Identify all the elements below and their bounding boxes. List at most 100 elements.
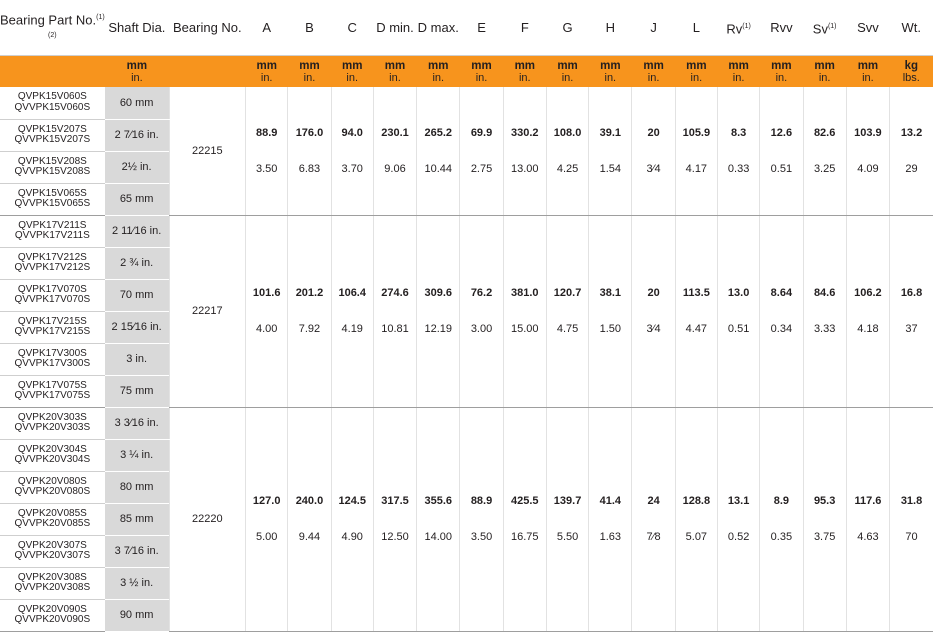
part-number-cell: QVPK17V070S QVVPK17V070S bbox=[0, 279, 105, 312]
unit-metric: mm bbox=[384, 59, 406, 72]
bearing-number: 22217 bbox=[168, 215, 246, 408]
dimension-mm: 95.3 bbox=[813, 495, 836, 507]
part-number-cell: QVPK17V211S QVVPK17V211S bbox=[0, 215, 105, 248]
dimension-mm: 105.9 bbox=[682, 126, 711, 139]
header-wt: Wt. bbox=[889, 0, 933, 56]
dimension-cell: 101.6 4.00 bbox=[245, 215, 288, 408]
dimension-mm: 41.4 bbox=[599, 495, 622, 507]
header-g: G bbox=[546, 0, 589, 56]
dimension-mm: 317.5 bbox=[381, 495, 409, 507]
unit-imperial: in. bbox=[303, 71, 316, 84]
dimension-mm: 24 bbox=[647, 495, 660, 507]
dimension-in: 3.33 bbox=[813, 323, 836, 335]
dimension-cell: 8.3 0.33 bbox=[716, 87, 760, 216]
dimension-cell: 88.9 3.50 bbox=[245, 87, 288, 216]
part-number: QVVPK15V208S bbox=[14, 166, 91, 177]
unit-imperial: in. bbox=[732, 71, 745, 84]
header-label: B bbox=[305, 20, 314, 35]
part-number: QVVPK20V303S bbox=[14, 422, 91, 433]
unit-part-blank bbox=[0, 55, 105, 87]
shaft-diameter: 3 ½ in. bbox=[104, 567, 170, 600]
unit-metric: mm bbox=[686, 59, 707, 72]
unit-dim: mm in. bbox=[287, 55, 332, 87]
part-number-cell: QVPK20V307S QVVPK20V307S bbox=[0, 535, 105, 568]
header-label: E bbox=[477, 20, 486, 35]
part-number-cell: QVPK15V060S QVVPK15V060S bbox=[0, 87, 105, 120]
dimension-in: 0.35 bbox=[770, 531, 793, 543]
header-label: Wt. bbox=[901, 20, 922, 35]
header-label: Sv bbox=[812, 21, 828, 37]
table-body: QVPK15V060S QVVPK15V060S 60 mm 22215 88.9 3.5… bbox=[0, 87, 933, 632]
part-number-cell: QVPK20V304S QVVPK20V304S bbox=[0, 439, 105, 472]
dimension-cell: 230.1 9.06 bbox=[372, 87, 417, 216]
dimension-in: 16.75 bbox=[511, 531, 539, 543]
dimension-in: 0.51 bbox=[770, 162, 793, 175]
dimension-cell: 20 3⁄4 bbox=[631, 87, 676, 216]
dimension-mm: 117.6 bbox=[854, 495, 882, 507]
dimension-mm: 8.64 bbox=[770, 287, 793, 299]
header-rv: Rv(1) bbox=[717, 0, 760, 56]
dimension-in: 70 bbox=[905, 531, 918, 543]
unit-wt: kg lbs. bbox=[889, 55, 933, 87]
dimension-in: 9.06 bbox=[384, 162, 406, 175]
dimension-cell: 105.9 4.17 bbox=[674, 87, 718, 216]
dimension-mm: 124.5 bbox=[338, 495, 366, 507]
dimension-cell: 12.6 0.51 bbox=[759, 87, 804, 216]
part-number: QVVPK17V300S bbox=[14, 358, 91, 369]
dimension-mm: 12.6 bbox=[770, 126, 793, 139]
dimension-mm: 309.6 bbox=[424, 287, 453, 299]
header-b: B bbox=[287, 0, 332, 56]
header-footnote: (1) bbox=[742, 22, 751, 30]
header-a: A bbox=[245, 0, 288, 56]
dimension-cell: 13.0 0.51 bbox=[716, 215, 760, 408]
unit-metric: mm bbox=[557, 59, 578, 72]
dimension-mm: 101.6 bbox=[252, 287, 281, 299]
shaft-diameter: 70 mm bbox=[104, 279, 170, 312]
part-number-cell: QVPK20V090S QVVPK20V090S bbox=[0, 599, 105, 632]
dimension-mm: 381.0 bbox=[511, 287, 539, 299]
shaft-diameter: 3 7⁄16 in. bbox=[104, 535, 170, 568]
dimension-in: 3⁄4 bbox=[646, 162, 661, 175]
dimension-in: 2.75 bbox=[470, 162, 493, 175]
part-number: QVVPK15V065S bbox=[14, 198, 91, 209]
dimension-mm: 13.1 bbox=[727, 495, 750, 507]
dimension-cell: 95.3 3.75 bbox=[802, 407, 847, 632]
unit-imperial: in. bbox=[346, 71, 359, 84]
shaft-diameter: 2 7⁄16 in. bbox=[104, 119, 170, 152]
part-number-cell: QVPK17V212S QVVPK17V212S bbox=[0, 247, 105, 280]
unit-imperial: in. bbox=[604, 71, 617, 84]
table-row: QVPK15V060S QVVPK15V060S 60 mm 22215 88.9 3.5… bbox=[0, 87, 933, 216]
part-number: QVVPK20V090S bbox=[14, 614, 91, 625]
part-number-cell: QVPK17V300S QVVPK17V300S bbox=[0, 343, 105, 376]
part-number-cell: QVPK17V215S QVVPK17V215S bbox=[0, 311, 105, 344]
unit-metric: mm bbox=[728, 59, 749, 72]
unit-dim: mm in. bbox=[631, 55, 676, 87]
dimension-in: 3.70 bbox=[341, 162, 363, 175]
dimension-in: 3.75 bbox=[813, 531, 836, 543]
dimension-cell: 106.4 4.19 bbox=[330, 215, 374, 408]
dimension-mm: 176.0 bbox=[295, 126, 324, 139]
dimension-cell: 201.2 7.92 bbox=[287, 215, 332, 408]
dimension-in: 12.50 bbox=[381, 531, 409, 543]
dimension-mm: 355.6 bbox=[424, 495, 453, 507]
dimension-mm: 106.2 bbox=[854, 287, 882, 299]
dimension-cell: 24 7⁄8 bbox=[631, 407, 676, 632]
dimension-mm: 113.5 bbox=[682, 287, 710, 299]
dimension-mm: 69.9 bbox=[470, 126, 493, 139]
dimension-in: 4.18 bbox=[857, 323, 879, 335]
unit-imperial: in. bbox=[818, 71, 831, 84]
part-number-cell: QVPK15V065S QVVPK15V065S bbox=[0, 183, 105, 216]
dimension-in: 4.63 bbox=[857, 531, 879, 543]
dimension-in: 0.34 bbox=[770, 323, 793, 335]
part-number: QVVPK20V307S bbox=[14, 550, 91, 561]
dimension-in: 3.25 bbox=[813, 162, 836, 175]
dimension-in: 15.00 bbox=[511, 323, 539, 335]
dimension-mm: 20 bbox=[647, 126, 660, 139]
dimension-cell: 16.8 37 bbox=[889, 215, 933, 408]
unit-dim: mm in. bbox=[503, 55, 547, 87]
unit-imperial: in. bbox=[862, 71, 874, 84]
dimension-cell: 128.8 5.07 bbox=[674, 407, 718, 632]
header-label: Bearing Part No. bbox=[0, 12, 97, 28]
dimension-mm: 201.2 bbox=[295, 287, 324, 299]
header-label: Rvv bbox=[770, 20, 793, 35]
